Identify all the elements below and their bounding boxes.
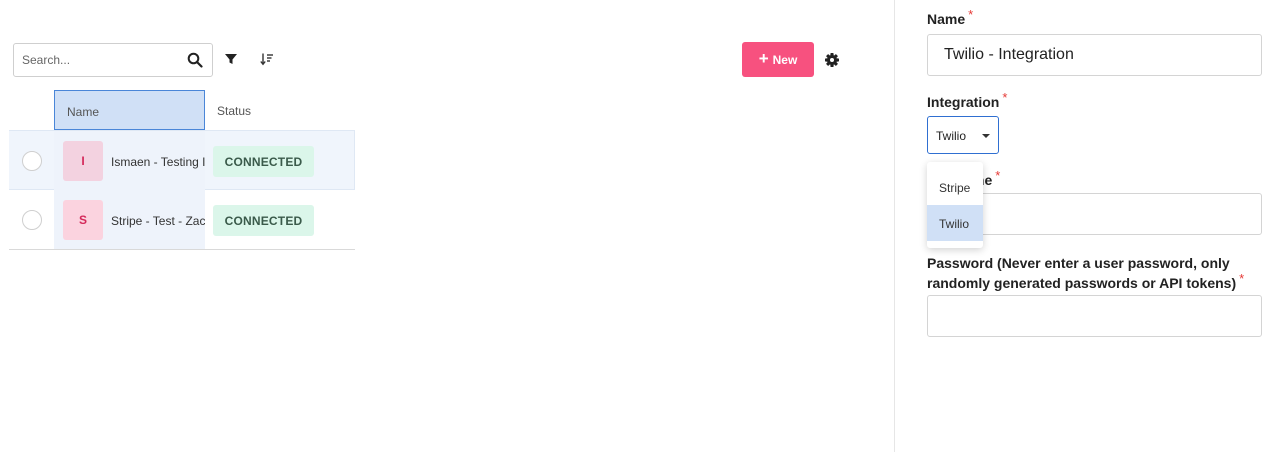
plus-icon: + (758, 49, 769, 68)
gear-icon[interactable] (824, 52, 840, 68)
row-name: Stripe - Test - Zac (111, 214, 205, 228)
table-row[interactable]: I Ismaen - Testing I CONNECTED (9, 130, 355, 190)
name-input[interactable] (928, 35, 1261, 75)
integration-select[interactable]: Twilio (927, 116, 999, 154)
avatar: I (63, 141, 103, 181)
table-row[interactable]: S Stripe - Test - Zac CONNECTED (9, 190, 355, 250)
table-header: Name Status (9, 90, 355, 130)
search-box[interactable] (13, 43, 213, 77)
name-label: Name * (927, 7, 973, 27)
row-select-radio[interactable] (22, 210, 42, 230)
integration-label-text: Integration (927, 94, 1000, 110)
required-marker: * (1239, 271, 1245, 286)
password-label: Password (Never enter a user password, o… (927, 253, 1244, 294)
column-header-name[interactable]: Name (54, 90, 205, 130)
integration-label: Integration * (927, 90, 1007, 110)
status-badge: CONNECTED (213, 146, 314, 177)
integrations-table: Name Status I Ismaen - Testing I CONNECT… (9, 90, 355, 250)
integration-selected-value: Twilio (936, 129, 967, 143)
password-field[interactable] (927, 295, 1262, 337)
required-marker: * (995, 168, 1001, 183)
dropdown-option-stripe[interactable]: Stripe (927, 169, 983, 205)
name-cell: S Stripe - Test - Zac (54, 190, 205, 249)
status-badge: CONNECTED (213, 205, 314, 236)
panel-divider (894, 0, 895, 452)
password-label-line2: randomly generated passwords or API toke… (927, 275, 1237, 291)
name-field[interactable] (927, 34, 1262, 76)
search-icon[interactable] (187, 52, 203, 68)
sort-icon[interactable] (259, 51, 275, 67)
dropdown-option-twilio[interactable]: Twilio (927, 205, 983, 241)
password-label-line1: Password (Never enter a user password, o… (927, 255, 1230, 271)
column-header-status[interactable]: Status (217, 104, 251, 118)
new-button[interactable]: + New (742, 42, 814, 77)
integration-dropdown: Stripe Twilio (927, 162, 983, 248)
avatar: S (63, 200, 103, 240)
required-marker: * (1002, 90, 1008, 105)
row-name: Ismaen - Testing I (111, 155, 205, 169)
name-label-text: Name (927, 11, 966, 27)
required-marker: * (968, 7, 974, 22)
filter-icon[interactable] (223, 51, 239, 67)
password-input[interactable] (928, 296, 1261, 336)
chevron-down-icon (982, 134, 990, 138)
row-select-radio[interactable] (22, 151, 42, 171)
new-button-label: New (772, 52, 798, 67)
name-cell: I Ismaen - Testing I (54, 131, 205, 190)
search-input[interactable] (14, 44, 184, 76)
